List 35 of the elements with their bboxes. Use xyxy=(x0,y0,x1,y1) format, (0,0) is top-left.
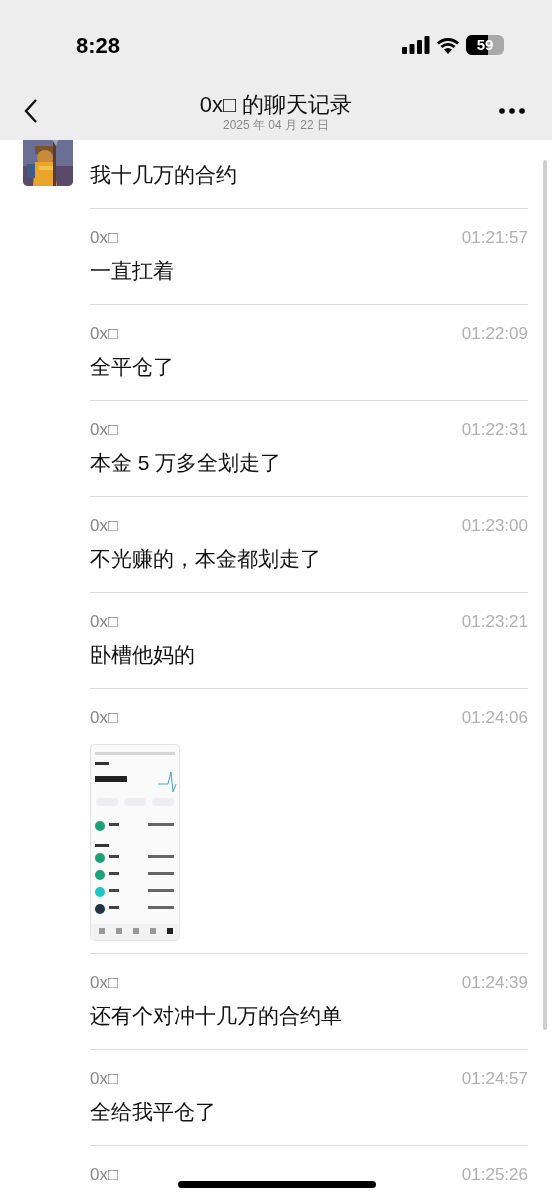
chat-date: 2025 年 04 月 22 日 xyxy=(222,118,330,132)
sender-name: 0x□ xyxy=(90,972,119,995)
message-text: 本金 5 万多全划走了 xyxy=(90,450,283,476)
message-time: 01:23:00 xyxy=(461,515,528,538)
message-text: 不光赚的，本金都划走了 xyxy=(90,546,322,572)
status-time: 8:28 xyxy=(76,31,121,60)
sender-name: 0x□ xyxy=(90,707,119,730)
message-time: 01:24:57 xyxy=(461,1068,528,1091)
sender-name: 0x□ xyxy=(90,323,119,346)
message-time: 01:25:26 xyxy=(461,1164,528,1187)
message-text: 我十几万的合约 xyxy=(90,162,238,188)
sender-name: 0x□ xyxy=(90,419,119,442)
message-time: 01:24:06 xyxy=(461,707,528,730)
message-time: 01:22:09 xyxy=(461,323,528,346)
message-text: 卧槽他妈的 xyxy=(90,642,196,668)
wifi-icon xyxy=(436,36,460,54)
screenshot-thumbnail-drawing[interactable] xyxy=(90,744,180,941)
message-time: 01:22:31 xyxy=(461,419,528,442)
window-title: 0x□ 的聊天记录 xyxy=(199,92,353,118)
sender-name: 0x□ xyxy=(90,515,119,538)
message-text: 全给我平仓了 xyxy=(90,1099,217,1125)
message-time: 01:23:21 xyxy=(461,611,528,634)
message-time: 01:24:39 xyxy=(461,972,528,995)
message-time: 01:21:57 xyxy=(461,227,528,250)
signal-icon xyxy=(402,36,430,54)
message-text: 还有个对冲十几万的合约单 xyxy=(90,1003,343,1029)
message-text: 全平仓了 xyxy=(90,354,175,380)
sender-name: 0x□ xyxy=(90,1068,119,1091)
sender-name: 0x□ xyxy=(90,1164,119,1187)
scrollbar[interactable] xyxy=(543,160,547,1030)
back-icon[interactable] xyxy=(24,98,38,124)
message-text: 一直扛着 xyxy=(90,258,175,284)
sender-name: 0x□ xyxy=(90,227,119,250)
more-icon[interactable] xyxy=(499,108,525,114)
sender-name: 0x□ xyxy=(90,611,119,634)
